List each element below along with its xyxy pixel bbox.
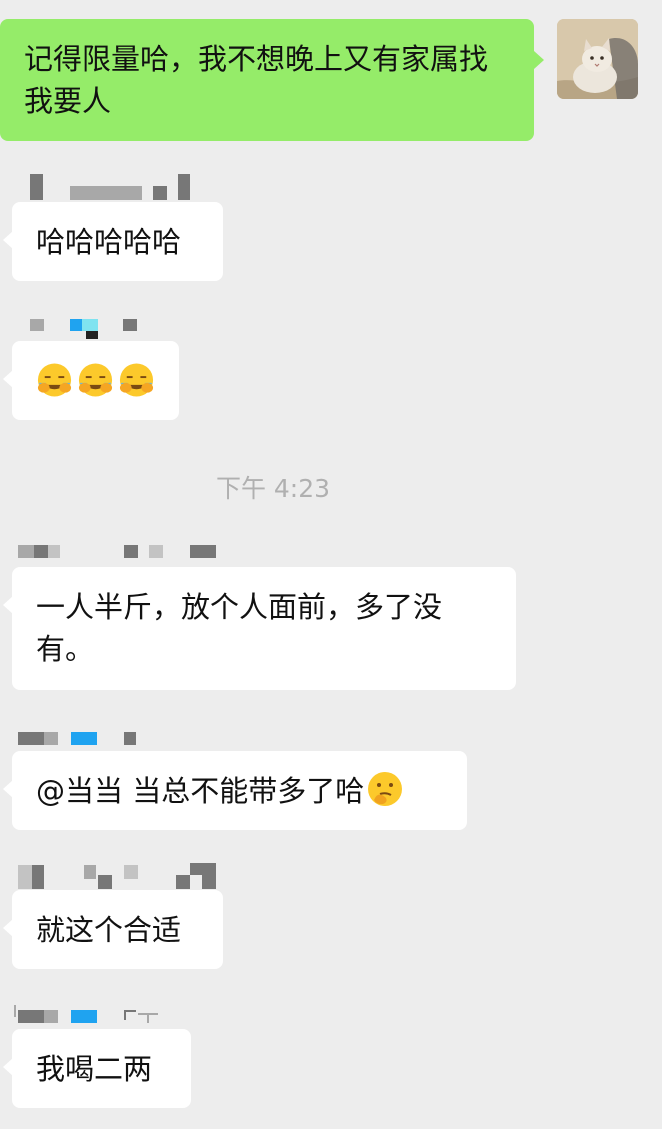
incoming-message-bubble[interactable]: 一人半斤，放个人面前，多了没有。: [3, 567, 516, 690]
message-text: 一人半斤，放个人面前，多了没有。: [36, 590, 443, 666]
message-text: 我喝二两: [36, 1052, 153, 1086]
face-with-tears-of-joy-covering-icon: [37, 363, 72, 397]
message-text: 记得限量哈，我不想晚上又有家属找我要人: [24, 42, 489, 118]
sender-name-censored: [30, 319, 150, 341]
thinking-face-icon: [366, 770, 404, 808]
face-with-tears-of-joy-covering-icon: [78, 363, 113, 397]
incoming-message-bubble[interactable]: @当当 当总不能带多了哈: [3, 751, 467, 830]
message-text: 哈哈哈哈哈: [36, 225, 182, 259]
outgoing-message-bubble[interactable]: 记得限量哈，我不想晚上又有家属找我要人: [0, 19, 544, 141]
sender-name-censored: [18, 545, 218, 559]
incoming-message-bubble[interactable]: 我喝二两: [3, 1029, 191, 1108]
sender-name-censored: [18, 861, 218, 889]
chat-area: 记得限量哈，我不想晚上又有家属找我要人 哈哈哈哈哈 下午 4:23 一人半斤，放…: [0, 0, 662, 1129]
self-avatar[interactable]: [557, 19, 638, 99]
sender-name-censored: [30, 174, 200, 200]
cat-photo-icon: [557, 19, 638, 99]
sender-name-censored: [14, 1005, 164, 1023]
sender-name-censored: [18, 732, 148, 746]
emoji-row: [36, 359, 155, 401]
face-with-tears-of-joy-covering-icon: [119, 363, 154, 397]
incoming-message-bubble[interactable]: [3, 341, 179, 420]
message-text: 就这个合适: [36, 913, 182, 947]
incoming-message-bubble[interactable]: 哈哈哈哈哈: [3, 202, 223, 281]
message-text: @当当 当总不能带多了哈: [36, 774, 365, 808]
incoming-message-bubble[interactable]: 就这个合适: [3, 890, 223, 969]
message-timestamp: 下午 4:23: [215, 474, 331, 503]
